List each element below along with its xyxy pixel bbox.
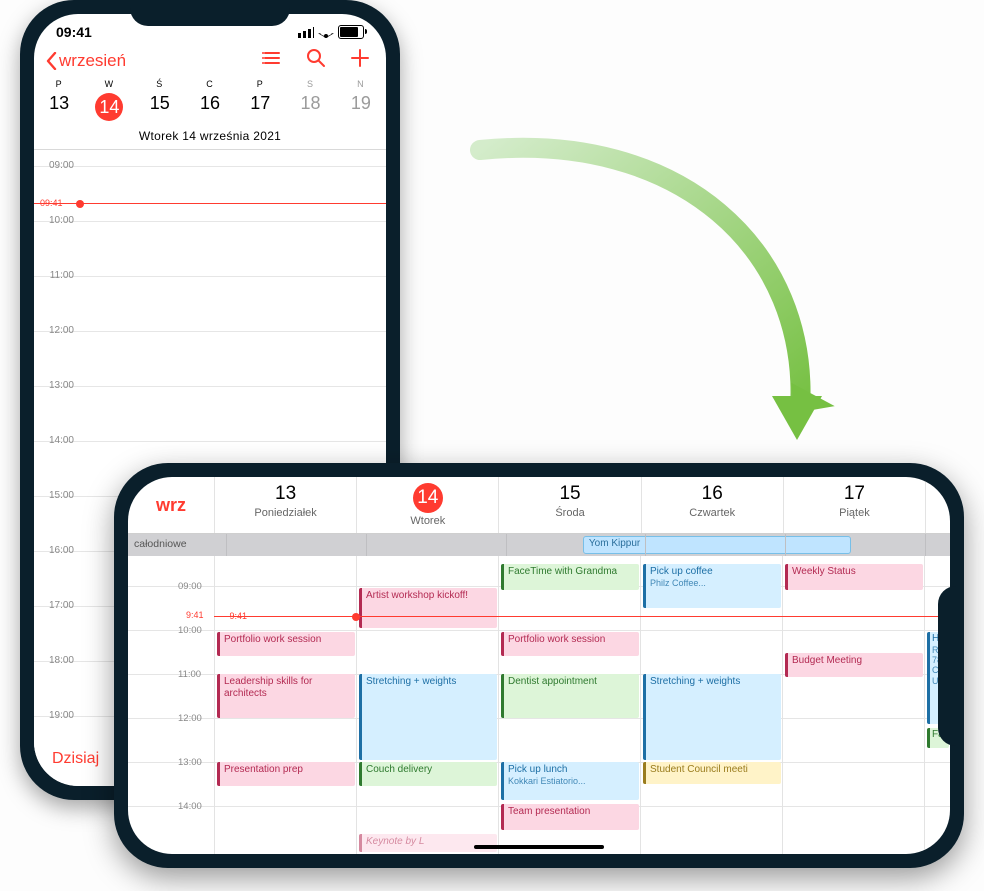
event-leadership[interactable]: Leadership skills for architects — [217, 674, 355, 718]
signal-icon — [298, 27, 314, 38]
event-weekly-status[interactable]: Weekly Status — [785, 564, 923, 590]
timeline-col-fri[interactable]: Weekly Status Budget Meeting — [782, 556, 925, 854]
landscape-timeline[interactable]: 09:00 10:00 11:00 12:00 13:00 14:00 Port… — [128, 556, 950, 854]
event-pickup-lunch[interactable]: Pick up lunchKokkari Estiatorio... — [501, 762, 639, 800]
day-col-thu[interactable]: 16Czwartek — [641, 477, 783, 533]
status-time: 09:41 — [56, 24, 92, 40]
event-facetime-grandma[interactable]: FaceTime with Grandma — [501, 564, 639, 590]
portrait-notch — [130, 0, 290, 26]
allday-slot-fri[interactable] — [785, 534, 925, 556]
weekday-mon[interactable]: P13 — [34, 79, 84, 121]
event-portfolio-wed[interactable]: Portfolio work session — [501, 632, 639, 656]
event-team-presentation[interactable]: Team presentation — [501, 804, 639, 830]
back-button[interactable]: wrzesień — [46, 51, 126, 71]
event-keynote[interactable]: Keynote by L — [359, 834, 497, 852]
hour-label: 13:00 — [49, 380, 74, 391]
current-time-indicator: 09:41 — [34, 203, 386, 204]
hour-label: 11:00 — [50, 270, 74, 281]
hour-label: 18:00 — [49, 655, 74, 666]
timeline-col-tue[interactable]: Artist workshop kickoff! Stretching + we… — [356, 556, 499, 854]
day-col-tue[interactable]: 14Wtorek — [356, 477, 498, 533]
day-col-mon[interactable]: 13Poniedziałek — [214, 477, 356, 533]
list-view-button[interactable] — [262, 48, 282, 73]
hour-label: 12:00 — [49, 325, 74, 336]
event-pickup-coffee[interactable]: Pick up coffeePhilz Coffee... — [643, 564, 781, 608]
weekday-tue[interactable]: W14 — [84, 79, 134, 121]
weekday-thu[interactable]: C16 — [185, 79, 235, 121]
allday-slot-tue[interactable] — [366, 534, 506, 556]
event-presentation-prep[interactable]: Presentation prep — [217, 762, 355, 786]
portrait-header: wrzesień — [34, 40, 386, 75]
timeline-col-wed[interactable]: FaceTime with Grandma Portfolio work ses… — [498, 556, 641, 854]
allday-slot-mon[interactable] — [226, 534, 366, 556]
weekday-sun[interactable]: N19 — [336, 79, 386, 121]
add-event-button[interactable] — [350, 48, 370, 73]
event-student-council[interactable]: Student Council meeti — [643, 762, 781, 784]
timeline-col-mon[interactable]: Portfolio work session Leadership skills… — [214, 556, 357, 854]
hour-label: 16:00 — [49, 545, 74, 556]
allday-row: całodniowe Yom Kippur — [128, 534, 950, 556]
iphone-landscape: wrz 13Poniedziałek 14Wtorek 15Środa 16Cz… — [114, 463, 964, 868]
current-time-line-full — [214, 616, 950, 617]
chevron-left-icon — [46, 52, 57, 70]
current-time-label-side: 9:41 — [186, 610, 204, 620]
hour-label: 19:00 — [49, 710, 74, 721]
landscape-notch — [938, 586, 964, 746]
allday-slot-sat[interactable] — [925, 534, 950, 556]
allday-label: całodniowe — [128, 534, 226, 556]
search-icon — [306, 48, 326, 68]
event-artist-workshop-l[interactable]: Artist workshop kickoff! — [359, 588, 497, 628]
landscape-header: wrz 13Poniedziałek 14Wtorek 15Środa 16Cz… — [128, 477, 950, 534]
event-stretching-thu[interactable]: Stretching + weights — [643, 674, 781, 760]
allday-slot-thu[interactable] — [645, 534, 785, 556]
event-dentist[interactable]: Dentist appointment — [501, 674, 639, 718]
search-button[interactable] — [306, 48, 326, 73]
selected-date-label: Wtorek 14 września 2021 — [34, 123, 386, 149]
home-indicator[interactable] — [474, 845, 604, 849]
weekday-sat[interactable]: S18 — [285, 79, 335, 121]
hour-label: 15:00 — [49, 490, 74, 501]
hour-label: 10:00 — [49, 215, 74, 226]
event-budget-meeting[interactable]: Budget Meeting — [785, 653, 923, 677]
event-portfolio-mon[interactable]: Portfolio work session — [217, 632, 355, 656]
timeline-col-thu[interactable]: Pick up coffeePhilz Coffee... Stretching… — [640, 556, 783, 854]
back-label: wrzesień — [59, 51, 126, 71]
day-col-sat-edge[interactable] — [925, 477, 950, 533]
hour-label: 14:00 — [49, 435, 74, 446]
event-stretching-tue[interactable]: Stretching + weights — [359, 674, 497, 760]
wifi-icon — [318, 26, 334, 38]
event-couch-delivery-l[interactable]: Couch delivery — [359, 762, 497, 786]
day-col-fri[interactable]: 17Piątek — [783, 477, 925, 533]
weekday-fri[interactable]: P17 — [235, 79, 285, 121]
landscape-screen: wrz 13Poniedziałek 14Wtorek 15Środa 16Cz… — [128, 477, 950, 854]
plus-icon — [350, 48, 370, 68]
weekday-wed[interactable]: Ś15 — [135, 79, 185, 121]
today-button[interactable]: Dzisiaj — [52, 750, 99, 768]
allday-slot-wed[interactable]: Yom Kippur — [506, 534, 646, 556]
battery-icon — [338, 25, 364, 39]
week-strip: P13 W14 Ś15 C16 P17 S18 N19 — [34, 75, 386, 123]
rotate-arrow-icon — [420, 120, 850, 480]
hour-label: 09:00 — [49, 160, 74, 171]
month-button[interactable]: wrz — [128, 477, 214, 533]
current-time-label: 09:41 — [40, 198, 63, 208]
day-col-wed[interactable]: 15Środa — [498, 477, 640, 533]
list-icon — [262, 48, 282, 68]
hour-label: 17:00 — [49, 600, 74, 611]
